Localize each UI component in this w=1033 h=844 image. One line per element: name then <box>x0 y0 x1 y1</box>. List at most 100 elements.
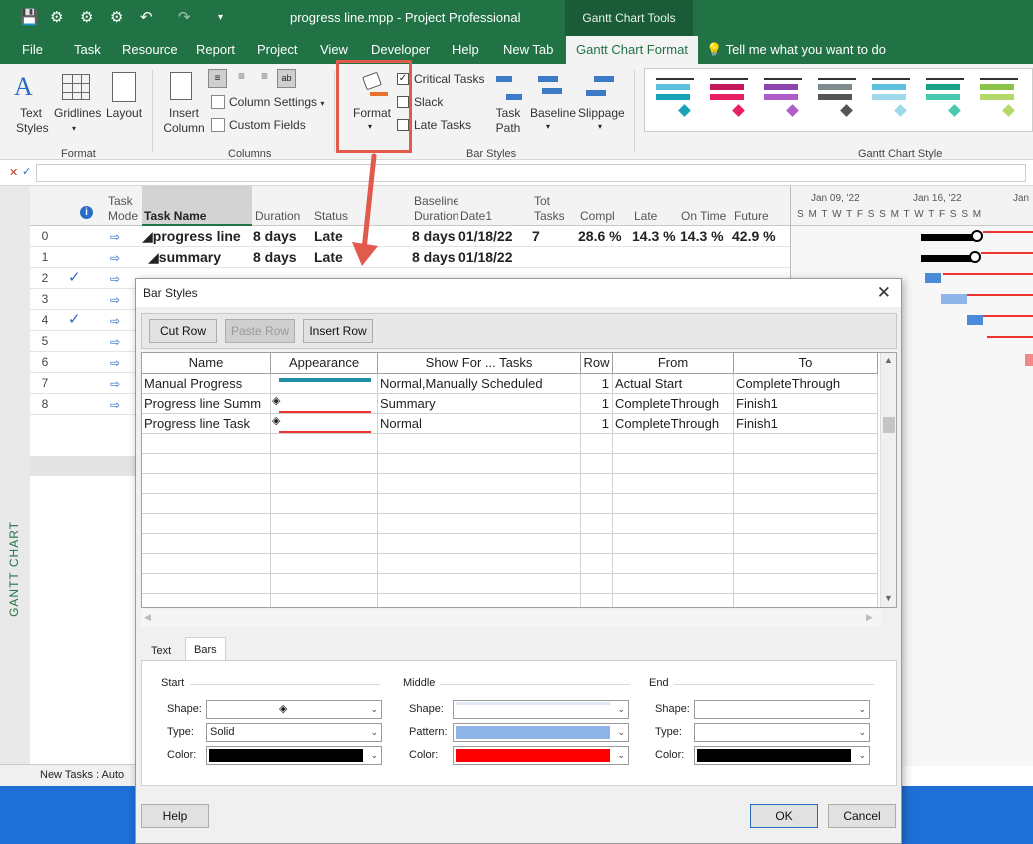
end-color-select[interactable]: ⌄ <box>694 746 870 765</box>
tab-bars[interactable]: Bars <box>185 637 226 661</box>
empty-cell[interactable] <box>378 514 581 534</box>
scroll-down-icon[interactable]: ▼ <box>884 593 893 603</box>
text-styles-icon[interactable]: A <box>14 72 48 104</box>
baseline-cell[interactable]: 8 days <box>412 228 456 244</box>
summary-bar[interactable] <box>921 255 973 262</box>
empty-cell[interactable] <box>271 554 378 574</box>
tab-task[interactable]: Task <box>74 42 101 57</box>
task-bar[interactable] <box>925 273 941 283</box>
from-cell[interactable]: Actual Start <box>613 374 734 394</box>
empty-cell[interactable] <box>734 534 878 554</box>
custom-fields-icon[interactable] <box>211 118 225 132</box>
tab-new-tab[interactable]: New Tab <box>503 42 553 57</box>
tell-me-search[interactable]: 💡 Tell me what you want to do <box>706 42 886 58</box>
style-name-cell[interactable]: Progress line Summ <box>142 394 271 414</box>
wrap-text-icon[interactable]: ab <box>277 69 296 88</box>
align-right-icon[interactable]: ≡ <box>255 69 274 88</box>
empty-cell[interactable] <box>613 594 734 607</box>
tab-view[interactable]: View <box>320 42 348 57</box>
hierarchy-icon[interactable]: ⚙ <box>110 8 123 26</box>
layout-icon[interactable] <box>112 72 136 102</box>
gantt-style-thumbnail[interactable] <box>868 74 924 124</box>
gantt-style-thumbnail[interactable] <box>814 74 870 124</box>
empty-cell[interactable] <box>581 574 613 594</box>
empty-cell[interactable] <box>142 494 271 514</box>
empty-cell[interactable] <box>378 474 581 494</box>
scrollbar-thumb[interactable] <box>883 417 895 433</box>
empty-cell[interactable] <box>613 574 734 594</box>
empty-cell[interactable] <box>613 554 734 574</box>
task-path-button[interactable]: Task Path <box>490 106 526 136</box>
task-bar[interactable] <box>967 315 983 325</box>
empty-cell[interactable] <box>142 534 271 554</box>
horizontal-scrollbar[interactable]: ◀ ▶ <box>141 609 881 627</box>
empty-cell[interactable] <box>271 534 378 554</box>
date1-cell[interactable]: 01/18/22 <box>458 228 513 244</box>
vertical-scrollbar[interactable]: ▲ ▼ <box>880 353 896 607</box>
gridlines-icon[interactable] <box>62 74 90 100</box>
from-cell[interactable]: CompleteThrough <box>613 414 734 434</box>
insert-column-icon[interactable] <box>170 72 192 100</box>
on-time-cell[interactable]: 14.3 % <box>680 228 724 244</box>
to-cell[interactable]: Finish1 <box>734 414 878 434</box>
customize-qat-icon[interactable]: ▾ <box>218 12 223 23</box>
empty-cell[interactable] <box>142 474 271 494</box>
close-icon[interactable]: ✕ <box>877 283 891 303</box>
tab-developer[interactable]: Developer <box>371 42 430 57</box>
baseline-icon[interactable] <box>538 72 566 102</box>
empty-cell[interactable] <box>271 434 378 454</box>
status-cell[interactable]: Late <box>314 249 343 265</box>
empty-cell[interactable] <box>581 534 613 554</box>
custom-fields-button[interactable]: Custom Fields <box>229 118 306 132</box>
empty-cell[interactable] <box>271 454 378 474</box>
empty-cell[interactable] <box>271 494 378 514</box>
summary-bar[interactable] <box>921 234 976 241</box>
empty-cell[interactable] <box>378 574 581 594</box>
table-row[interactable]: 0 ⇨ ◢progress line 8 days Late 8 days 01… <box>30 226 790 247</box>
tot-tasks-cell[interactable]: 7 <box>532 228 540 244</box>
empty-cell[interactable] <box>271 474 378 494</box>
tab-gantt-chart-format[interactable]: Gantt Chart Format <box>566 36 698 64</box>
late-cell[interactable]: 14.3 % <box>632 228 676 244</box>
cancel-entry-icon[interactable]: ✕ <box>9 166 18 179</box>
empty-cell[interactable] <box>581 554 613 574</box>
empty-cell[interactable] <box>142 554 271 574</box>
insert-column-button[interactable]: Insert Column <box>162 106 206 136</box>
empty-cell[interactable] <box>271 574 378 594</box>
show-for-cell[interactable]: Normal,Manually Scheduled <box>378 374 581 394</box>
empty-cell[interactable] <box>581 494 613 514</box>
to-cell[interactable]: Finish1 <box>734 394 878 414</box>
empty-cell[interactable] <box>378 534 581 554</box>
gantt-style-thumbnail[interactable] <box>652 74 708 124</box>
empty-cell[interactable] <box>613 474 734 494</box>
empty-cell[interactable] <box>142 594 271 607</box>
paste-row-button[interactable]: Paste Row <box>225 319 295 343</box>
appearance-cell[interactable] <box>271 374 378 394</box>
redo-icon[interactable]: ↷ <box>178 8 191 26</box>
empty-cell[interactable] <box>613 514 734 534</box>
tab-help[interactable]: Help <box>452 42 479 57</box>
empty-cell[interactable] <box>613 454 734 474</box>
empty-cell[interactable] <box>378 454 581 474</box>
duration-cell[interactable]: 8 days <box>253 249 297 265</box>
slippage-icon[interactable] <box>586 72 614 102</box>
scroll-left-icon[interactable]: ◀ <box>144 612 151 623</box>
empty-cell[interactable] <box>581 594 613 607</box>
empty-cell[interactable] <box>734 454 878 474</box>
empty-cell[interactable] <box>581 514 613 534</box>
task-name-cell[interactable]: ◢progress line <box>142 228 241 245</box>
empty-cell[interactable] <box>271 514 378 534</box>
middle-pattern-select[interactable]: ⌄ <box>453 723 629 742</box>
start-type-select[interactable]: Solid ⌄ <box>206 723 382 742</box>
empty-cell[interactable] <box>378 494 581 514</box>
baseline-cell[interactable]: 8 days <box>412 249 456 265</box>
save-icon[interactable]: 💾 <box>20 8 39 26</box>
undo-icon[interactable]: ↶ <box>140 8 153 26</box>
empty-cell[interactable] <box>378 554 581 574</box>
empty-cell[interactable] <box>734 494 878 514</box>
empty-cell[interactable] <box>581 434 613 454</box>
hierarchy-icon[interactable]: ⚙ <box>50 8 63 26</box>
empty-cell[interactable] <box>734 594 878 607</box>
empty-cell[interactable] <box>581 474 613 494</box>
empty-cell[interactable] <box>378 434 581 454</box>
